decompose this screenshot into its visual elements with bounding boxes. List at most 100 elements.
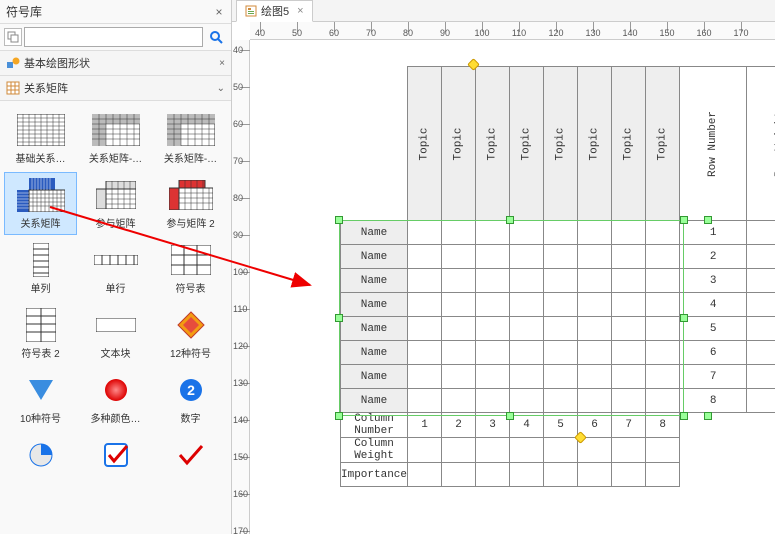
- footer-cell[interactable]: [510, 463, 544, 487]
- section-relation-matrix[interactable]: 关系矩阵 ⌄: [0, 76, 231, 101]
- data-cell[interactable]: [646, 221, 680, 245]
- shape-participation-matrix-2[interactable]: 参与矩阵 2: [154, 172, 227, 235]
- data-cell[interactable]: [442, 221, 476, 245]
- footer-cell[interactable]: [544, 438, 578, 463]
- footer-label-cell[interactable]: Column Weight: [341, 438, 408, 463]
- footer-cell[interactable]: [578, 438, 612, 463]
- data-cell[interactable]: [578, 269, 612, 293]
- shape-single-column[interactable]: 单列: [4, 237, 77, 300]
- library-menu-button[interactable]: [4, 28, 22, 46]
- data-cell[interactable]: [510, 317, 544, 341]
- data-cell[interactable]: [646, 293, 680, 317]
- data-cell[interactable]: [476, 221, 510, 245]
- row-number-cell[interactable]: 3: [680, 269, 747, 293]
- shape-checkbox[interactable]: [79, 432, 152, 478]
- data-cell[interactable]: [408, 389, 442, 413]
- shape-relation-matrix-b[interactable]: 关系矩阵-…: [154, 107, 227, 170]
- shape-10-symbols[interactable]: 10种符号: [4, 367, 77, 430]
- footer-cell[interactable]: 1: [408, 413, 442, 438]
- footer-cell[interactable]: [408, 438, 442, 463]
- shape-relation-matrix-a[interactable]: 关系矩阵-…: [79, 107, 152, 170]
- footer-label-cell[interactable]: Importance: [341, 463, 408, 487]
- shape-12-symbols[interactable]: 12种符号: [154, 302, 227, 365]
- data-cell[interactable]: [510, 221, 544, 245]
- row-name-cell[interactable]: Name: [341, 341, 408, 365]
- data-cell[interactable]: [510, 389, 544, 413]
- footer-cell[interactable]: 5: [544, 413, 578, 438]
- data-cell[interactable]: [646, 341, 680, 365]
- data-cell[interactable]: [510, 269, 544, 293]
- relation-matrix-shape[interactable]: TopicTopicTopicTopicTopicTopicTopicTopic…: [340, 66, 775, 487]
- data-cell[interactable]: [476, 365, 510, 389]
- shape-single-row[interactable]: 单行: [79, 237, 152, 300]
- section-basic-shapes[interactable]: 基本绘图形状 ×: [0, 51, 231, 76]
- search-button[interactable]: [205, 27, 227, 47]
- row-weight-cell[interactable]: [747, 389, 775, 413]
- data-cell[interactable]: [476, 245, 510, 269]
- row-number-cell[interactable]: 6: [680, 341, 747, 365]
- footer-cell[interactable]: 4: [510, 413, 544, 438]
- data-cell[interactable]: [476, 293, 510, 317]
- row-name-cell[interactable]: Name: [341, 221, 408, 245]
- data-cell[interactable]: [442, 389, 476, 413]
- data-cell[interactable]: [442, 245, 476, 269]
- data-cell[interactable]: [544, 293, 578, 317]
- panel-close-icon[interactable]: ×: [211, 5, 227, 19]
- row-name-cell[interactable]: Name: [341, 365, 408, 389]
- row-weight-cell[interactable]: [747, 365, 775, 389]
- data-cell[interactable]: [510, 341, 544, 365]
- data-cell[interactable]: [510, 245, 544, 269]
- data-cell[interactable]: [408, 317, 442, 341]
- topic-header[interactable]: Topic: [578, 67, 612, 221]
- shape-participation-matrix[interactable]: 参与矩阵: [79, 172, 152, 235]
- data-cell[interactable]: [646, 317, 680, 341]
- data-cell[interactable]: [612, 245, 646, 269]
- row-number-cell[interactable]: 4: [680, 293, 747, 317]
- row-number-cell[interactable]: 5: [680, 317, 747, 341]
- data-cell[interactable]: [578, 245, 612, 269]
- footer-cell[interactable]: [612, 438, 646, 463]
- footer-cell[interactable]: 6: [578, 413, 612, 438]
- data-cell[interactable]: [612, 365, 646, 389]
- data-cell[interactable]: [646, 365, 680, 389]
- shape-relation-matrix[interactable]: 关系矩阵: [4, 172, 77, 235]
- row-name-cell[interactable]: Name: [341, 245, 408, 269]
- shape-text-block[interactable]: 文本块: [79, 302, 152, 365]
- data-cell[interactable]: [578, 389, 612, 413]
- data-cell[interactable]: [612, 221, 646, 245]
- shape-symbol-table-2[interactable]: 符号表 2: [4, 302, 77, 365]
- row-number-cell[interactable]: 1: [680, 221, 747, 245]
- shape-pie[interactable]: [4, 432, 77, 478]
- data-cell[interactable]: [442, 269, 476, 293]
- topic-header[interactable]: Topic: [442, 67, 476, 221]
- footer-cell[interactable]: [612, 463, 646, 487]
- shape-numbers[interactable]: 2 数字: [154, 367, 227, 430]
- data-cell[interactable]: [646, 269, 680, 293]
- data-cell[interactable]: [578, 221, 612, 245]
- data-cell[interactable]: [544, 341, 578, 365]
- data-cell[interactable]: [578, 293, 612, 317]
- tab-drawing5[interactable]: 绘图5 ×: [236, 0, 313, 22]
- drawing-canvas[interactable]: TopicTopicTopicTopicTopicTopicTopicTopic…: [250, 40, 775, 534]
- data-cell[interactable]: [544, 221, 578, 245]
- data-cell[interactable]: [578, 365, 612, 389]
- topic-header[interactable]: Topic: [408, 67, 442, 221]
- data-cell[interactable]: [578, 317, 612, 341]
- chevron-down-icon[interactable]: ⌄: [217, 83, 225, 94]
- data-cell[interactable]: [544, 317, 578, 341]
- data-cell[interactable]: [612, 269, 646, 293]
- topic-header[interactable]: Topic: [510, 67, 544, 221]
- row-name-cell[interactable]: Name: [341, 293, 408, 317]
- footer-cell[interactable]: [646, 438, 680, 463]
- data-cell[interactable]: [408, 293, 442, 317]
- shape-basic-relation[interactable]: 基础关系…: [4, 107, 77, 170]
- footer-cell[interactable]: [442, 438, 476, 463]
- data-cell[interactable]: [408, 365, 442, 389]
- data-cell[interactable]: [578, 341, 612, 365]
- topic-header[interactable]: Topic: [476, 67, 510, 221]
- meta-col-header[interactable]: Row Number: [680, 67, 747, 221]
- row-name-cell[interactable]: Name: [341, 389, 408, 413]
- data-cell[interactable]: [612, 293, 646, 317]
- shape-check[interactable]: [154, 432, 227, 478]
- data-cell[interactable]: [612, 389, 646, 413]
